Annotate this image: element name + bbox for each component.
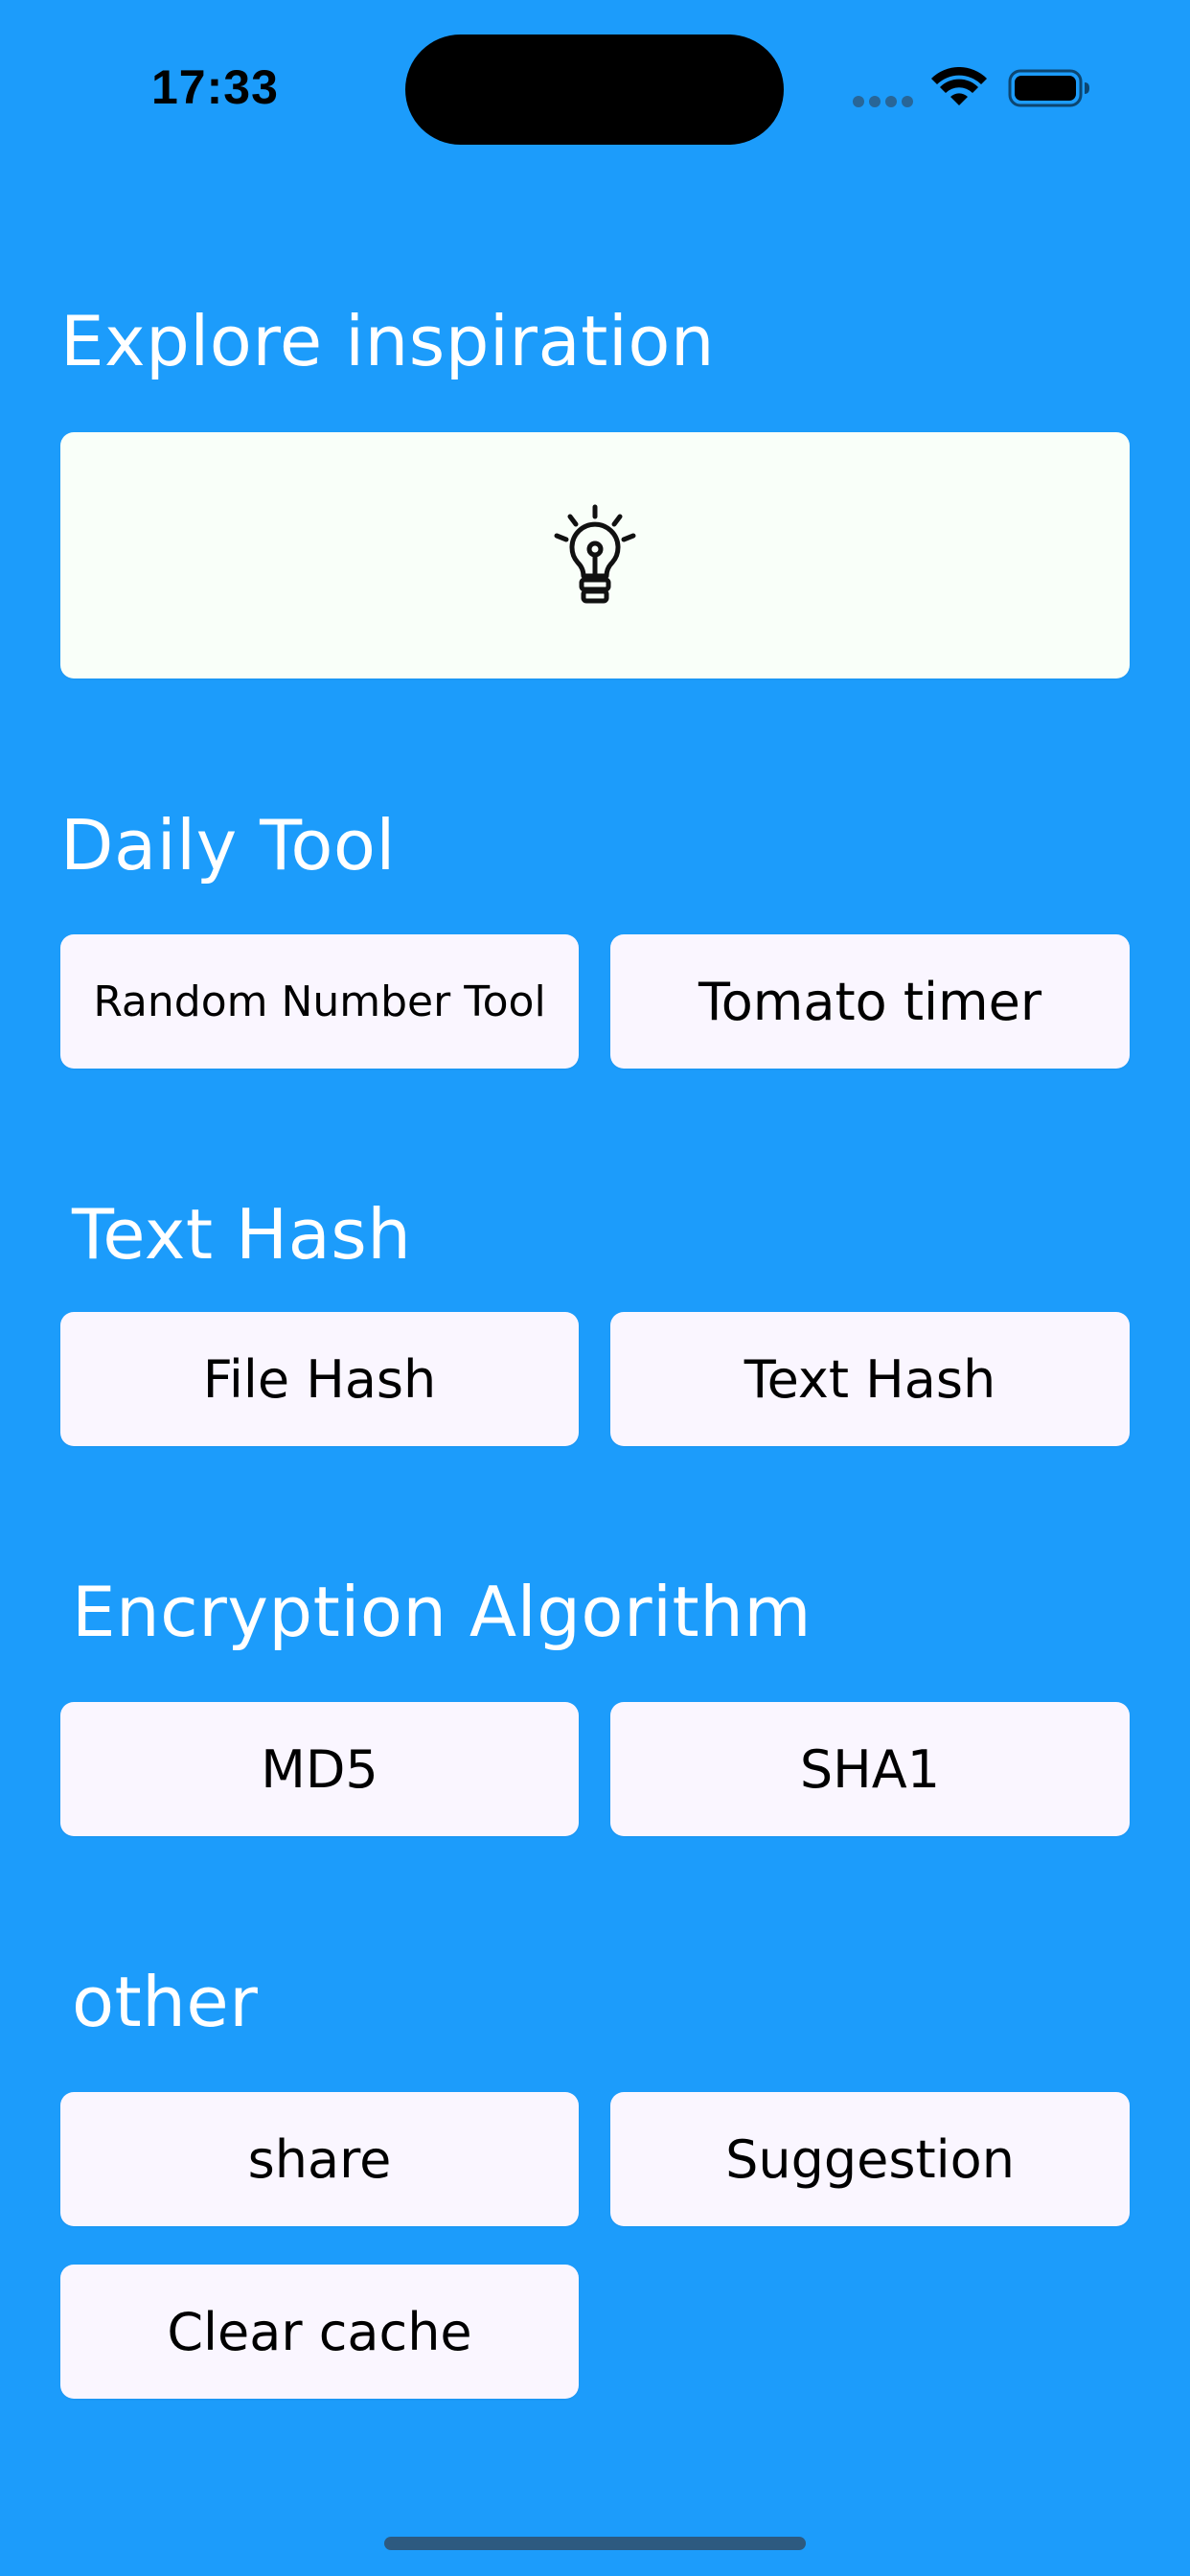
share-button[interactable]: share xyxy=(60,2092,579,2226)
section-title-other: other xyxy=(72,1962,259,2042)
share-label: share xyxy=(247,2128,392,2190)
sha1-label: SHA1 xyxy=(799,1738,941,1800)
md5-button[interactable]: MD5 xyxy=(60,1702,579,1836)
tomato-timer-label: Tomato timer xyxy=(698,971,1042,1032)
wifi-icon xyxy=(931,67,987,105)
home-indicator[interactable] xyxy=(384,2537,806,2550)
battery-icon xyxy=(1008,69,1089,107)
suggestion-label: Suggestion xyxy=(725,2128,1015,2190)
cellular-signal-icon xyxy=(853,96,914,107)
section-title-explore: Explore inspiration xyxy=(60,301,716,381)
clear-cache-button[interactable]: Clear cache xyxy=(60,2265,579,2399)
tomato-timer-button[interactable]: Tomato timer xyxy=(610,934,1130,1069)
clear-cache-label: Clear cache xyxy=(167,2301,472,2362)
suggestion-button[interactable]: Suggestion xyxy=(610,2092,1130,2226)
random-number-tool-button[interactable]: Random Number Tool xyxy=(60,934,579,1069)
md5-label: MD5 xyxy=(261,1738,378,1800)
lightbulb-icon xyxy=(554,504,636,603)
app-screen: 17:33 Explore inspiration Daily Tool Ran… xyxy=(0,0,1190,2576)
sha1-button[interactable]: SHA1 xyxy=(610,1702,1130,1836)
section-title-daily-tool: Daily Tool xyxy=(60,805,396,886)
dynamic-island xyxy=(405,34,784,145)
file-hash-button[interactable]: File Hash xyxy=(60,1312,579,1446)
inspiration-card[interactable] xyxy=(60,432,1130,678)
status-time: 17:33 xyxy=(151,60,279,114)
text-hash-button[interactable]: Text Hash xyxy=(610,1312,1130,1446)
section-title-text-hash: Text Hash xyxy=(72,1194,412,1275)
text-hash-label: Text Hash xyxy=(744,1348,996,1410)
file-hash-label: File Hash xyxy=(202,1348,437,1410)
random-number-tool-label: Random Number Tool xyxy=(93,977,546,1026)
section-title-encryption: Encryption Algorithm xyxy=(72,1572,812,1652)
